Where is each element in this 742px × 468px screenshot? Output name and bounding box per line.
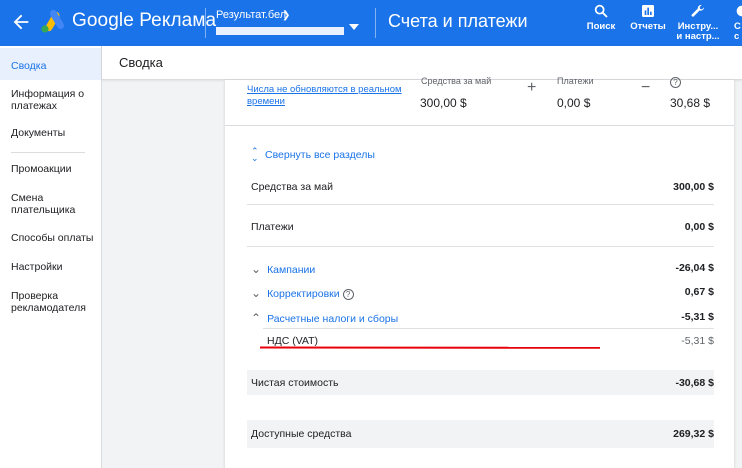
reports-tool-label: Отчеты: [630, 21, 666, 32]
sidebar: Сводка Информация о платежах Документы П…: [0, 46, 102, 468]
available-funds-label: Доступные средства: [251, 428, 352, 440]
sidebar-item-payment-info[interactable]: Информация о платежах: [0, 88, 101, 112]
sidebar-divider: [11, 152, 85, 153]
collapse-all-icon: ⌃ ⌄: [251, 146, 259, 163]
funds-value: 300,00 $: [673, 181, 714, 193]
truncated-tool-label-line2: с: [734, 31, 740, 42]
minus-icon: −: [641, 79, 651, 96]
chevron-down-icon[interactable]: ⌄: [251, 286, 261, 300]
taxes-value: -5,31 $: [681, 311, 714, 323]
header-divider: [375, 8, 376, 38]
summary-payments-label: Платежи: [557, 76, 594, 86]
payments-value: 0,00 $: [684, 221, 714, 233]
sidebar-item-documents[interactable]: Документы: [0, 127, 101, 139]
summary-payments-value: 0,00 $: [557, 96, 591, 110]
summary-funds-value: 300,00 $: [420, 96, 467, 110]
sidebar-item-promotions[interactable]: Промоакции: [0, 163, 101, 175]
tools-tool-label-line2: и настр...: [676, 31, 720, 42]
dropdown-arrow-icon[interactable]: [349, 24, 359, 30]
page-title: Сводка: [119, 55, 163, 70]
sidebar-item-summary[interactable]: Сводка: [0, 48, 101, 80]
summary-net-value: 30,68 $: [670, 96, 711, 110]
row-divider: [263, 328, 714, 329]
card-divider: [225, 125, 734, 126]
truncated-icon: [736, 5, 742, 17]
campaigns-label[interactable]: Кампании: [267, 264, 315, 276]
plus-icon: +: [527, 79, 537, 96]
sidebar-item-advertiser-verification[interactable]: Проверка рекламодателя: [0, 290, 101, 314]
top-app-bar: Google Реклама Результат.бел ❯ Счета и п…: [0, 0, 742, 46]
row-divider: [247, 204, 714, 205]
page-heading: Счета и платежи: [388, 11, 528, 31]
collapse-all-button[interactable]: ⌃ ⌄ Свернуть все разделы: [251, 146, 375, 163]
help-icon[interactable]: ?: [342, 288, 354, 300]
billing-summary-card: Средства за май Платежи ? Числа не обнов…: [225, 76, 734, 468]
help-icon[interactable]: ?: [670, 77, 681, 89]
back-arrow-icon[interactable]: [10, 11, 32, 33]
account-name[interactable]: Результат.бел: [216, 9, 286, 21]
available-funds-value: 269,32 $: [673, 428, 714, 440]
truncated-tool[interactable]: С с: [734, 3, 742, 42]
vat-value: -5,31 $: [681, 335, 714, 347]
sidebar-item-change-payer[interactable]: Смена плательщика: [0, 192, 101, 216]
reports-icon: [642, 5, 654, 17]
page-subheader: Сводка: [102, 46, 742, 80]
row-divider: [247, 246, 714, 247]
sidebar-item-settings[interactable]: Настройки: [0, 261, 101, 273]
payments-label: Платежи: [251, 221, 294, 233]
net-cost-row: Чистая стоимость -30,68 $: [247, 370, 714, 395]
tools-settings-tool[interactable]: Инстру... и настр...: [676, 3, 720, 42]
adjustments-value: 0,67 $: [684, 286, 714, 298]
search-icon: [594, 4, 608, 18]
campaigns-value: -26,04 $: [675, 262, 714, 274]
net-cost-value: -30,68 $: [675, 377, 714, 389]
account-id-redacted: [216, 27, 344, 35]
sidebar-item-payment-methods[interactable]: Способы оплаты: [0, 232, 101, 244]
chevron-down-icon[interactable]: ⌄: [251, 262, 261, 276]
net-cost-label: Чистая стоимость: [251, 377, 339, 389]
available-funds-row: Доступные средства 269,32 $: [247, 420, 714, 448]
wrench-icon: [691, 4, 704, 17]
search-tool-label: Поиск: [586, 21, 616, 32]
google-ads-logo-icon[interactable]: [40, 10, 66, 34]
chevron-up-icon[interactable]: ⌃: [251, 311, 261, 325]
taxes-label[interactable]: Расчетные налоги и сборы: [267, 313, 398, 325]
annotation-underline: [260, 346, 600, 349]
reports-tool[interactable]: Отчеты: [629, 3, 667, 32]
app-brand-name: Google Реклама: [72, 10, 217, 31]
funds-label: Средства за май: [251, 181, 333, 193]
header-divider: [205, 8, 206, 38]
chevron-right-icon[interactable]: ❯: [282, 10, 290, 21]
realtime-note-link[interactable]: Числа не обновляются в реальном времени: [247, 84, 407, 108]
adjustments-label[interactable]: Корректировки: [267, 288, 340, 300]
search-tool[interactable]: Поиск: [584, 3, 618, 32]
summary-funds-label: Средства за май: [421, 76, 492, 86]
collapse-all-label: Свернуть все разделы: [265, 148, 375, 161]
